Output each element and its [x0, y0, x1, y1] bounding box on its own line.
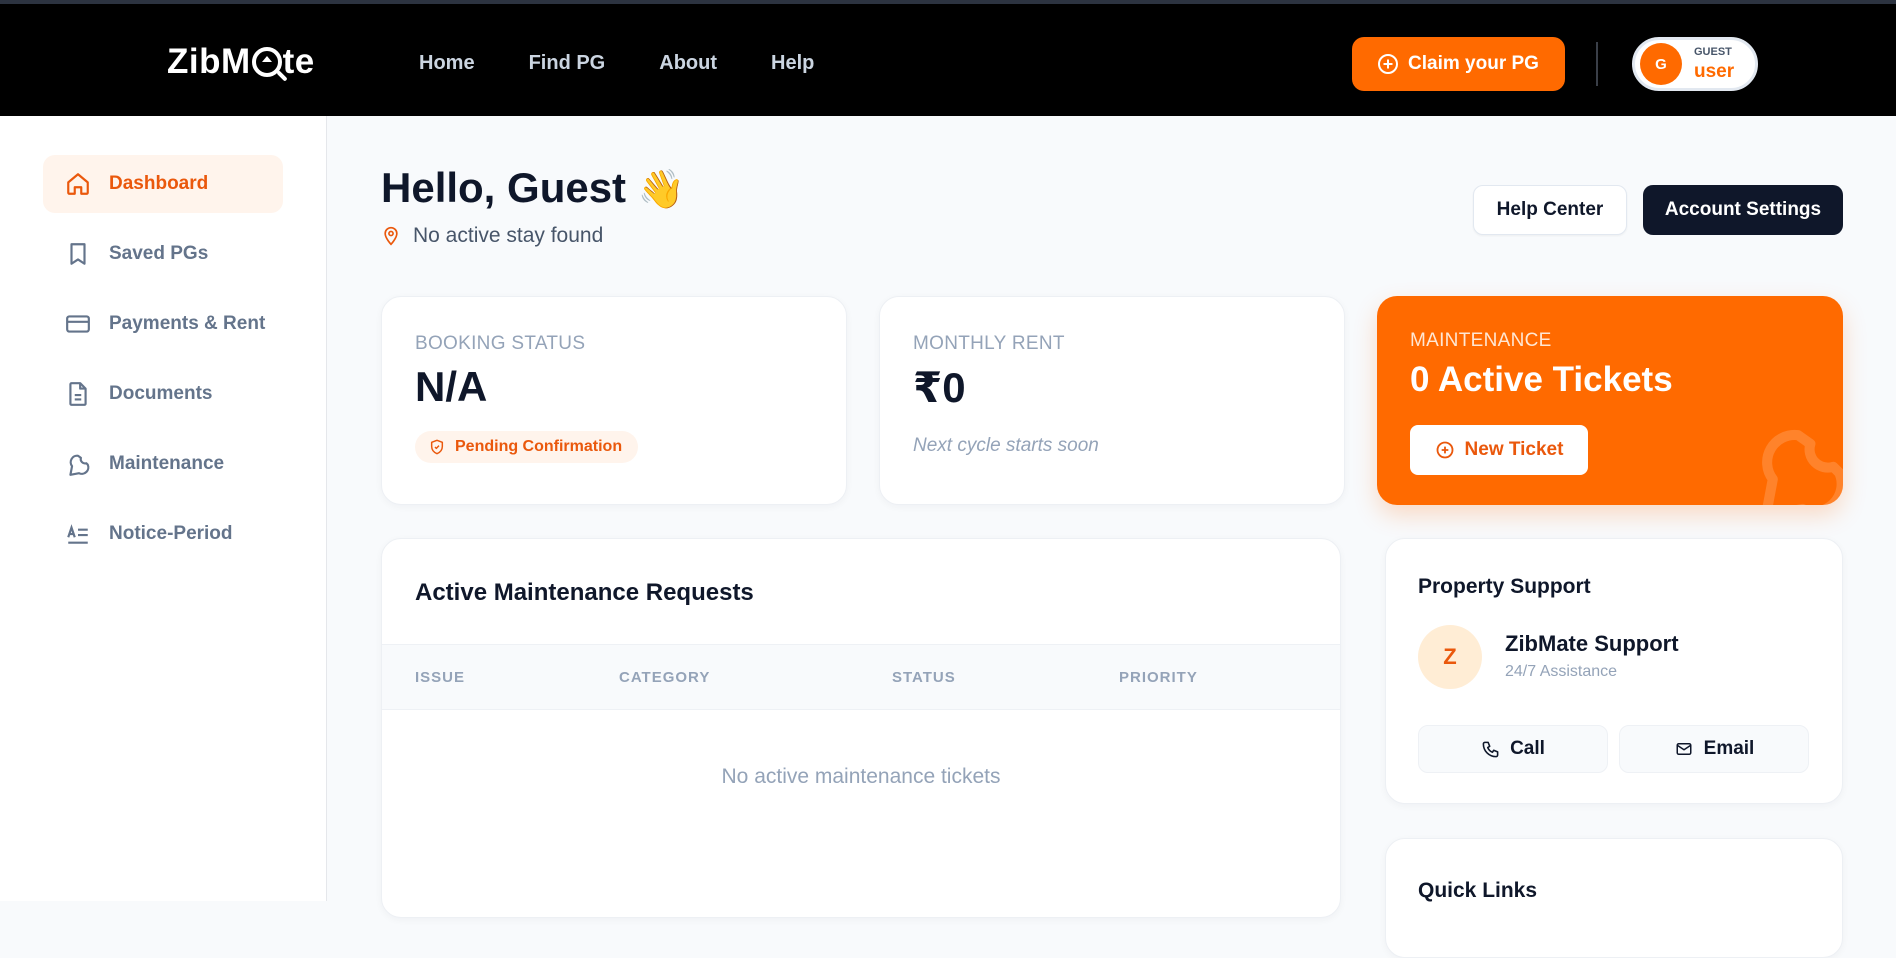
new-ticket-label: New Ticket — [1464, 439, 1564, 460]
location-line: No active stay found — [381, 224, 603, 248]
sidebar-item-label: Maintenance — [109, 453, 225, 474]
sidebar-item-label: Documents — [109, 383, 213, 404]
maintenance-requests-card: Active Maintenance Requests ISSUE CATEGO… — [381, 538, 1341, 918]
wrench-watermark-icon — [1762, 429, 1843, 505]
avatar: G — [1640, 43, 1682, 85]
support-avatar: Z — [1418, 625, 1482, 689]
booking-status-value: N/A — [415, 363, 488, 410]
nav-help[interactable]: Help — [771, 52, 814, 75]
sidebar: Dashboard Saved PGs Payments & Rent Docu… — [0, 116, 327, 901]
sidebar-item-notice-period[interactable]: Notice-Period — [43, 505, 283, 563]
brand-logo-left: ZibM — [167, 42, 251, 81]
status-badge: Pending Confirmation — [415, 431, 639, 463]
email-label: Email — [1703, 738, 1755, 759]
sidebar-item-dashboard[interactable]: Dashboard — [43, 155, 283, 213]
credit-card-icon — [66, 315, 90, 333]
sidebar-item-documents[interactable]: Documents — [43, 365, 283, 423]
sidebar-item-payments[interactable]: Payments & Rent — [43, 295, 283, 353]
maintenance-card: MAINTENANCE 0 Active Tickets New Ticket — [1377, 296, 1843, 505]
magnifier-house-icon — [251, 47, 282, 77]
next-cycle-note: Next cycle starts soon — [913, 435, 1099, 456]
sidebar-item-label: Dashboard — [109, 173, 209, 194]
notice-icon — [67, 524, 88, 544]
booking-status-label: BOOKING STATUS — [415, 333, 586, 354]
column-priority: PRIORITY — [1119, 669, 1198, 686]
quick-links-title: Quick Links — [1418, 879, 1538, 902]
empty-state-text: No active maintenance tickets — [721, 765, 1001, 788]
nav-find-pg[interactable]: Find PG — [529, 52, 606, 75]
maintenance-count: 0 Active Tickets — [1410, 360, 1673, 399]
header-divider — [1596, 42, 1598, 86]
monthly-rent-value: ₹0 — [913, 364, 966, 411]
location-pin-icon — [384, 226, 398, 246]
brand-logo[interactable]: ZibM te — [167, 42, 315, 82]
document-icon — [69, 382, 87, 406]
support-name: ZibMate Support — [1505, 631, 1679, 656]
sidebar-item-maintenance[interactable]: Maintenance — [43, 435, 283, 493]
claim-pg-button[interactable]: Claim your PG — [1352, 37, 1565, 91]
location-text: No active stay found — [413, 224, 604, 247]
waving-hand-icon: 👋 — [637, 169, 686, 211]
column-status: STATUS — [892, 669, 956, 686]
maintenance-requests-title: Active Maintenance Requests — [415, 579, 754, 606]
monthly-rent-card: MONTHLY RENT ₹0 Next cycle starts soon — [879, 296, 1345, 505]
shield-check-icon — [430, 439, 444, 455]
phone-icon — [1482, 741, 1499, 757]
main-nav: Home Find PG About Help — [419, 52, 814, 75]
page-title: Hello, Guest 👋 — [381, 164, 685, 212]
nav-home[interactable]: Home — [419, 52, 475, 75]
user-menu-button[interactable]: G GUEST user — [1632, 37, 1758, 91]
greeting-text: Hello, Guest — [381, 164, 627, 211]
column-category: CATEGORY — [619, 669, 711, 686]
status-badge-label: Pending Confirmation — [455, 438, 623, 455]
sidebar-item-label: Saved PGs — [109, 243, 209, 264]
wrench-icon — [69, 454, 90, 476]
sidebar-item-saved-pgs[interactable]: Saved PGs — [43, 225, 283, 283]
user-role: GUEST — [1694, 46, 1732, 58]
brand-logo-right: te — [282, 42, 315, 81]
top-navbar: ZibM te Home Find PG About Help Claim you… — [0, 0, 1896, 116]
support-subtitle: 24/7 Assistance — [1505, 663, 1618, 680]
sidebar-item-label: Payments & Rent — [109, 313, 266, 334]
nav-about[interactable]: About — [659, 52, 717, 75]
booking-status-card: BOOKING STATUS N/A Pending Confirmation — [381, 296, 847, 505]
new-ticket-button[interactable]: New Ticket — [1410, 425, 1588, 475]
bookmark-icon — [70, 243, 86, 265]
plus-circle-icon — [1436, 441, 1453, 459]
column-issue: ISSUE — [415, 669, 466, 686]
plus-circle-icon — [1378, 54, 1399, 74]
home-icon — [67, 173, 89, 195]
property-support-card: Property Support Z ZibMate Support 24/7 … — [1385, 538, 1843, 804]
mail-icon — [1676, 743, 1692, 755]
help-center-button[interactable]: Help Center — [1473, 185, 1627, 235]
quick-links-card: Quick Links — [1385, 838, 1843, 958]
property-support-title: Property Support — [1418, 575, 1591, 598]
monthly-rent-label: MONTHLY RENT — [913, 333, 1065, 354]
account-settings-button[interactable]: Account Settings — [1643, 185, 1843, 235]
claim-pg-label: Claim your PG — [1408, 53, 1539, 74]
email-button[interactable]: Email — [1619, 725, 1809, 773]
table-header: ISSUE CATEGORY STATUS PRIORITY — [382, 644, 1340, 710]
sidebar-item-label: Notice-Period — [109, 523, 233, 544]
call-label: Call — [1510, 738, 1545, 759]
maintenance-label: MAINTENANCE — [1410, 330, 1552, 351]
user-name: user — [1694, 61, 1735, 82]
call-button[interactable]: Call — [1418, 725, 1608, 773]
